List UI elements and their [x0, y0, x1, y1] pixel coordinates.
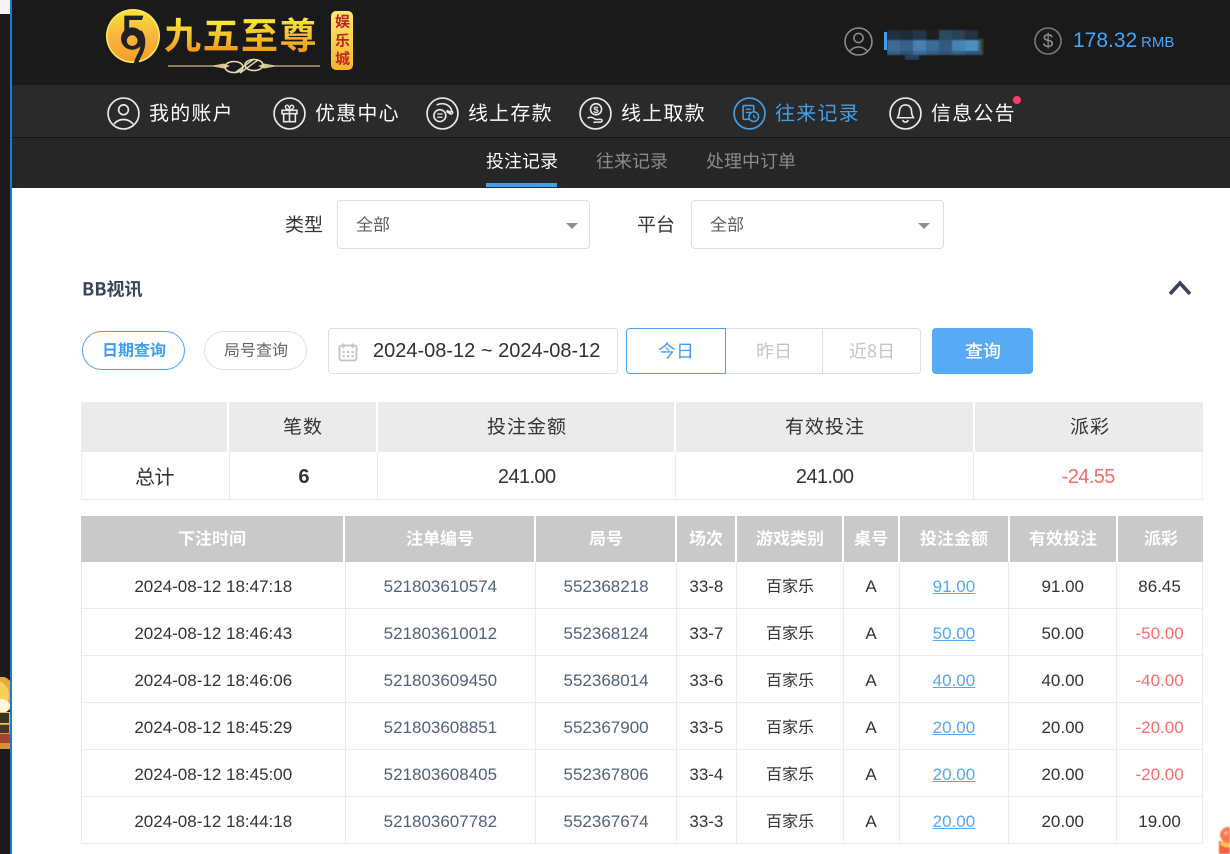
- svg-text:$: $: [1043, 32, 1054, 53]
- svg-text:$: $: [593, 104, 599, 115]
